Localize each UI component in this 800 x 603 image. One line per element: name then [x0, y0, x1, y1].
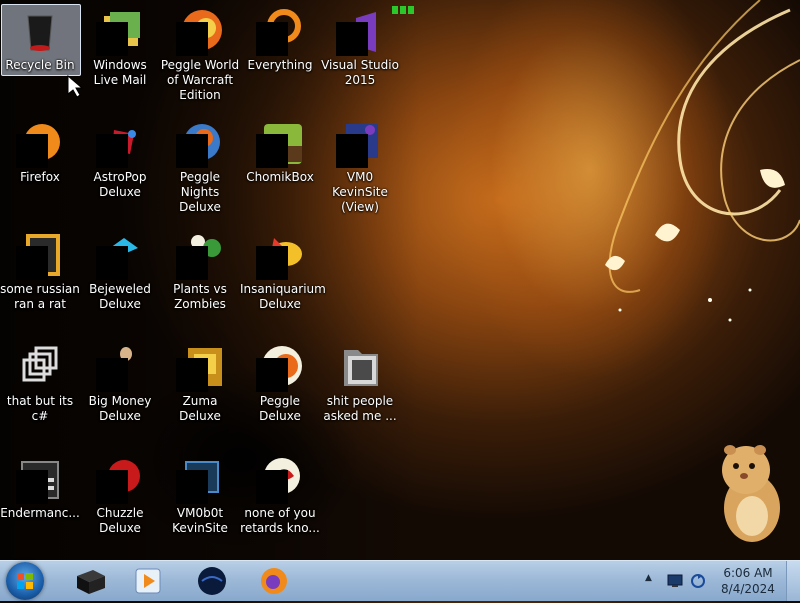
icon-label: Peggle Nights Deluxe: [179, 170, 221, 214]
wallpaper-swirl-decoration: [605, 0, 800, 322]
firefox-icon: [16, 120, 64, 168]
astropop-icon: [96, 120, 144, 168]
folder-icon: [336, 344, 384, 392]
insaniquarium-fish-icon: [256, 232, 304, 280]
sync-status-icon[interactable]: [690, 572, 706, 590]
peggle-nights-icon: [176, 120, 224, 168]
desktop-icon-vm0b0t-kevinsite[interactable]: VM0b0t KevinSite: [160, 448, 240, 536]
big-money-icon: [96, 344, 144, 392]
desktop-icon-vm0-kevinsite-view[interactable]: VM0 KevinSite (View): [320, 112, 400, 215]
icon-label: Zuma Deluxe: [179, 394, 221, 423]
desktop-icon-windows-live-mail[interactable]: Windows Live Mail: [80, 0, 160, 88]
icon-label: Plants vs Zombies: [173, 282, 227, 311]
icon-label: Peggle World of Warcraft Edition: [160, 58, 240, 102]
icon-label: shit people asked me ...: [323, 394, 397, 423]
taskbar-pinned-black-box-app[interactable]: [64, 564, 116, 598]
icon-label: that but its c#: [6, 394, 74, 423]
show-desktop-button[interactable]: [786, 561, 800, 601]
mail-icon: [96, 8, 144, 56]
taskbar-pinned-firefox[interactable]: [248, 564, 300, 598]
icon-label: Insaniquarium Deluxe: [240, 282, 326, 311]
desktop-icon-zuma[interactable]: Zuma Deluxe: [160, 336, 240, 424]
zuma-icon: [176, 344, 224, 392]
icon-label: ChomikBox: [246, 170, 314, 184]
desktop-icon-everything[interactable]: Everything: [240, 0, 320, 73]
desktop-icon-shit-people-asked[interactable]: shit people asked me ...: [320, 336, 400, 424]
app-window-icon: [16, 456, 64, 504]
icon-label: Recycle Bin: [5, 58, 75, 72]
desktop-icon-visual-studio[interactable]: Visual Studio 2015: [320, 0, 400, 88]
exe-file-icon: [16, 232, 64, 280]
firefox-icon: [261, 568, 287, 594]
peggle-icon: [256, 344, 304, 392]
desktop-icon-insaniquarium[interactable]: Insaniquarium Deluxe: [240, 224, 326, 312]
windows-logo-icon: [17, 573, 33, 589]
hamster-decoration: [722, 445, 780, 542]
start-button[interactable]: [6, 562, 44, 600]
system-clock[interactable]: 6:06 AM 8/4/2024: [718, 565, 778, 597]
icon-label: none of you retards kno...: [240, 506, 320, 535]
taskbar-pinned-media-player[interactable]: [122, 564, 174, 598]
icon-label: Chuzzle Deluxe: [96, 506, 144, 535]
clock-date: 8/4/2024: [721, 582, 775, 596]
everything-search-icon: [256, 8, 304, 56]
desktop-icon-peggle-nights[interactable]: Peggle Nights Deluxe: [160, 112, 240, 215]
media-player-icon: [135, 568, 161, 594]
shortcut-stack-icon: [16, 344, 64, 392]
desktop-icon-peggle-wow[interactable]: Peggle World of Warcraft Edition: [160, 0, 240, 103]
red-app-icon: [256, 456, 304, 504]
icon-label: AstroPop Deluxe: [93, 170, 147, 199]
plants-vs-zombies-icon: [176, 232, 224, 280]
desktop-icon-bejeweled[interactable]: Bejeweled Deluxe: [80, 224, 160, 312]
tray-expand-arrow-icon[interactable]: ▲: [645, 573, 652, 583]
desktop-icon-big-money[interactable]: Big Money Deluxe: [80, 336, 160, 424]
mouse-cursor-icon: [67, 74, 84, 98]
icon-label: Firefox: [20, 170, 60, 184]
desktop-icon-astropop[interactable]: AstroPop Deluxe: [80, 112, 160, 200]
recycle-bin-icon: [16, 8, 64, 56]
desktop-icon-chuzzle[interactable]: Chuzzle Deluxe: [80, 448, 160, 536]
desktop-icon-recycle-bin[interactable]: Recycle Bin: [0, 0, 81, 76]
visual-studio-icon: [336, 8, 384, 56]
desktop-icon-peggle-deluxe[interactable]: Peggle Deluxe: [240, 336, 320, 424]
icon-label: Endermanc...: [0, 506, 80, 520]
vm-terminal-icon: [176, 456, 224, 504]
desktop-icon-none-of-you[interactable]: none of you retards kno...: [240, 448, 320, 536]
desktop-icon-plants-vs-zombies[interactable]: Plants vs Zombies: [160, 224, 240, 312]
icon-label: Everything: [247, 58, 313, 72]
chuzzle-icon: [96, 456, 144, 504]
dark-globe-icon: [198, 567, 226, 595]
desktop-icon-some-russian[interactable]: some russian ran a rat: [0, 224, 80, 312]
clock-time: 6:06 AM: [723, 566, 773, 580]
icon-label: VM0 KevinSite (View): [332, 170, 388, 214]
icon-label: Visual Studio 2015: [321, 58, 399, 87]
icon-label: Big Money Deluxe: [88, 394, 152, 423]
desktop-icon-that-but-its-csharp[interactable]: that but its c#: [0, 336, 80, 424]
virtual-machine-icon: [336, 120, 384, 168]
icon-label: VM0b0t KevinSite: [172, 506, 228, 535]
peggle-wow-icon: [176, 8, 224, 56]
desktop-icon-chomikbox[interactable]: ChomikBox: [240, 112, 320, 185]
green-indicator-icon: [392, 6, 414, 14]
icon-label: Peggle Deluxe: [259, 394, 301, 423]
chomikbox-icon: [256, 120, 304, 168]
taskbar: ▲ 6:06 AM 8/4/2024: [0, 560, 800, 601]
desktop-icon-firefox[interactable]: Firefox: [0, 112, 80, 185]
network-monitor-icon[interactable]: [667, 574, 683, 588]
black-box-app-icon: [77, 570, 105, 594]
icon-label: Bejeweled Deluxe: [89, 282, 151, 311]
icon-label: Windows Live Mail: [93, 58, 147, 87]
icon-label: some russian ran a rat: [0, 282, 80, 311]
bejeweled-icon: [96, 232, 144, 280]
taskbar-pinned-globe-app[interactable]: [186, 564, 238, 598]
desktop-icon-endermanch[interactable]: Endermanc...: [0, 448, 80, 521]
